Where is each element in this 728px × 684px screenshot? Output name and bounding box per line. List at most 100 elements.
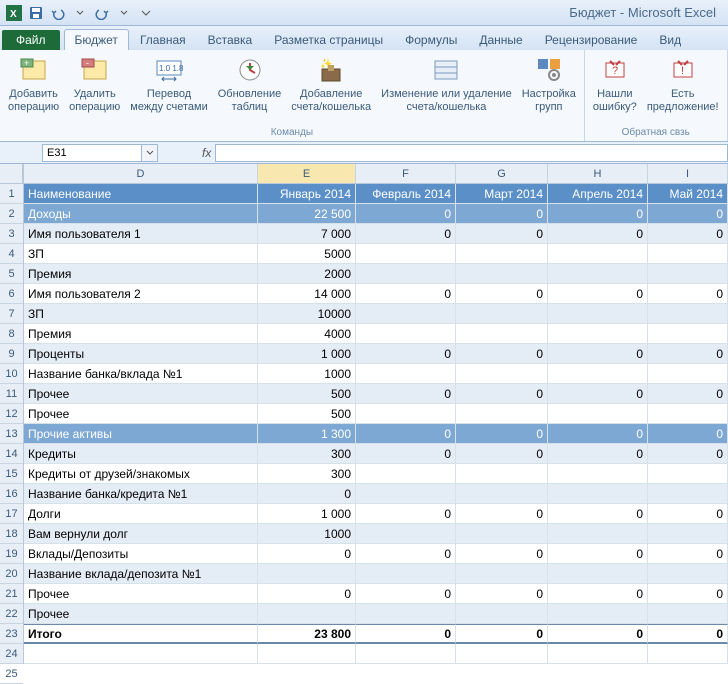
cell[interactable]: 500 xyxy=(258,384,356,404)
cell[interactable]: 1000 xyxy=(258,524,356,544)
cell[interactable]: Доходы xyxy=(24,204,258,224)
column-header-cell[interactable]: Май 2014 xyxy=(648,184,728,204)
tab-home[interactable]: Главная xyxy=(129,29,197,50)
cell[interactable] xyxy=(648,564,728,584)
select-all-corner[interactable] xyxy=(0,164,23,184)
cell[interactable]: ЗП xyxy=(24,244,258,264)
cell[interactable]: 0 xyxy=(648,424,728,444)
tab-view[interactable]: Вид xyxy=(648,29,692,50)
cell[interactable] xyxy=(648,264,728,284)
cell[interactable]: 0 xyxy=(456,424,548,444)
cell[interactable]: Вклады/Депозиты xyxy=(24,544,258,564)
cell[interactable] xyxy=(356,264,456,284)
row-header[interactable]: 2 xyxy=(0,204,23,224)
grid-body[interactable]: НаименованиеЯнварь 2014Февраль 2014Март … xyxy=(24,184,728,664)
row-header[interactable]: 12 xyxy=(0,404,23,424)
cell[interactable]: Премия xyxy=(24,264,258,284)
cell[interactable] xyxy=(456,404,548,424)
cell[interactable]: Название вклада/депозита №1 xyxy=(24,564,258,584)
cell[interactable] xyxy=(548,304,648,324)
col-header-F[interactable]: F xyxy=(356,164,456,183)
cell[interactable]: 0 xyxy=(548,204,648,224)
cell[interactable] xyxy=(24,644,258,664)
cell[interactable] xyxy=(356,304,456,324)
cell[interactable] xyxy=(456,644,548,664)
cell[interactable] xyxy=(548,604,648,624)
cell[interactable] xyxy=(356,404,456,424)
row-header[interactable]: 17 xyxy=(0,504,23,524)
dropdown-icon[interactable] xyxy=(114,3,134,23)
tab-review[interactable]: Рецензирование xyxy=(534,29,649,50)
cell[interactable]: 0 xyxy=(456,544,548,564)
col-header-D[interactable]: D xyxy=(24,164,258,183)
cell[interactable]: Имя пользователя 1 xyxy=(24,224,258,244)
cell[interactable] xyxy=(258,604,356,624)
row-header[interactable]: 19 xyxy=(0,544,23,564)
cell[interactable]: Вам вернули долг xyxy=(24,524,258,544)
cell[interactable]: 0 xyxy=(548,424,648,444)
cell[interactable] xyxy=(456,324,548,344)
column-header-cell[interactable]: Наименование xyxy=(24,184,258,204)
cell[interactable]: Имя пользователя 2 xyxy=(24,284,258,304)
cell[interactable] xyxy=(356,364,456,384)
cell[interactable] xyxy=(648,324,728,344)
cell[interactable]: 0 xyxy=(648,584,728,604)
cell[interactable] xyxy=(648,304,728,324)
cell[interactable]: 0 xyxy=(456,444,548,464)
cell[interactable]: 0 xyxy=(456,204,548,224)
cell[interactable]: 0 xyxy=(648,204,728,224)
cell[interactable]: 0 xyxy=(648,344,728,364)
cell[interactable]: 0 xyxy=(356,424,456,444)
cell[interactable]: 0 xyxy=(548,584,648,604)
refresh-tables-button[interactable]: Обновление таблиц xyxy=(214,52,286,115)
formula-bar[interactable] xyxy=(215,144,728,162)
row-header[interactable]: 25 xyxy=(0,664,23,684)
row-header[interactable]: 18 xyxy=(0,524,23,544)
cell[interactable]: 0 xyxy=(456,584,548,604)
cell[interactable]: 0 xyxy=(456,504,548,524)
col-header-G[interactable]: G xyxy=(456,164,548,183)
cell[interactable]: 0 xyxy=(356,544,456,564)
excel-icon[interactable]: X xyxy=(4,3,24,23)
cell[interactable]: Прочие активы xyxy=(24,424,258,444)
cell[interactable]: 0 xyxy=(356,444,456,464)
cell[interactable]: 0 xyxy=(548,544,648,564)
row-header[interactable]: 23 xyxy=(0,624,23,644)
cell[interactable]: 0 xyxy=(356,344,456,364)
dropdown-icon[interactable] xyxy=(70,3,90,23)
fx-icon[interactable]: fx xyxy=(202,146,211,160)
cell[interactable]: 0 xyxy=(648,544,728,564)
cell[interactable]: 1 300 xyxy=(258,424,356,444)
save-icon[interactable] xyxy=(26,3,46,23)
cell[interactable]: Долги xyxy=(24,504,258,524)
cell[interactable]: Название банка/кредита №1 xyxy=(24,484,258,504)
cell[interactable] xyxy=(648,404,728,424)
cell[interactable]: Прочее xyxy=(24,604,258,624)
undo-icon[interactable] xyxy=(48,3,68,23)
cell[interactable]: 0 xyxy=(648,504,728,524)
found-bug-button[interactable]: ? Нашли ошибку? xyxy=(589,52,641,115)
row-header[interactable]: 11 xyxy=(0,384,23,404)
column-header-cell[interactable]: Март 2014 xyxy=(456,184,548,204)
cell[interactable]: 0 xyxy=(648,224,728,244)
cell[interactable] xyxy=(456,464,548,484)
cell[interactable]: 0 xyxy=(456,224,548,244)
cell[interactable]: 0 xyxy=(548,344,648,364)
cell[interactable]: 2000 xyxy=(258,264,356,284)
row-header[interactable]: 20 xyxy=(0,564,23,584)
cell[interactable] xyxy=(548,324,648,344)
col-header-I[interactable]: I xyxy=(648,164,728,183)
row-header[interactable]: 13 xyxy=(0,424,23,444)
cell[interactable]: 7 000 xyxy=(258,224,356,244)
row-header[interactable]: 8 xyxy=(0,324,23,344)
cell[interactable]: 0 xyxy=(548,504,648,524)
cell[interactable]: 0 xyxy=(548,384,648,404)
transfer-button[interactable]: 1.0 1.8 Перевод между счетами xyxy=(126,52,212,115)
cell[interactable]: Прочее xyxy=(24,404,258,424)
cell[interactable]: 10000 xyxy=(258,304,356,324)
cell[interactable] xyxy=(648,244,728,264)
cell[interactable]: 0 xyxy=(456,284,548,304)
cell[interactable]: 5000 xyxy=(258,244,356,264)
cell[interactable]: 0 xyxy=(548,284,648,304)
tab-budget[interactable]: Бюджет xyxy=(64,29,129,50)
